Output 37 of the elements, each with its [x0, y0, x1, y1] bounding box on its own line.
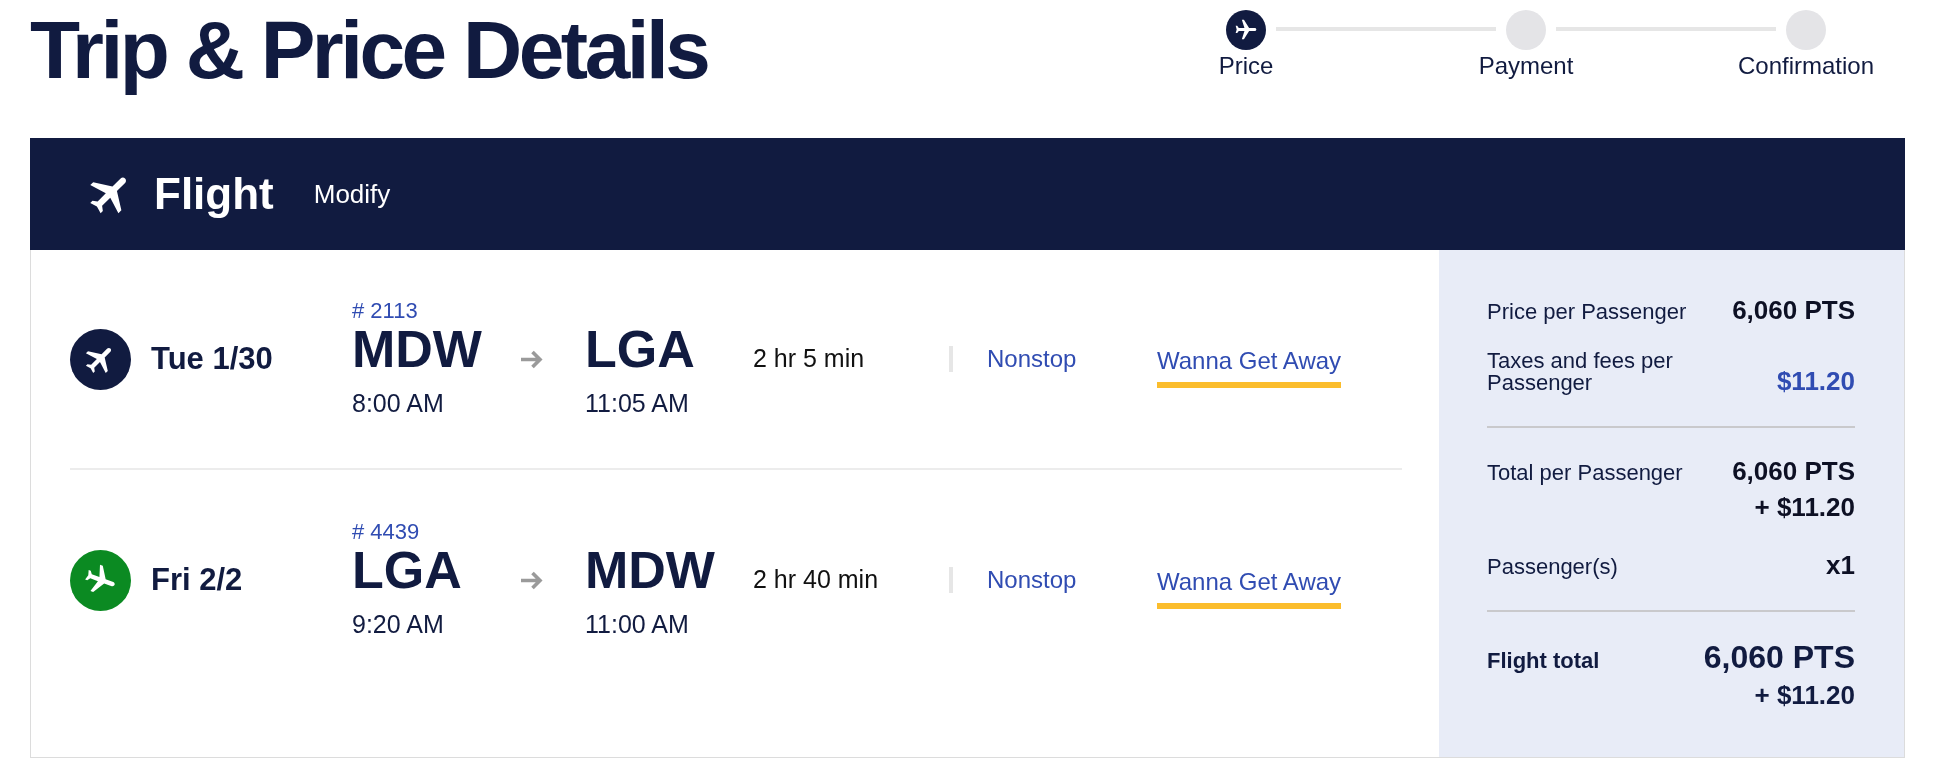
- step-label: Price: [1218, 52, 1274, 81]
- fare-type-link[interactable]: Wanna Get Away: [1157, 567, 1342, 609]
- departure-time: 9:20 AM: [352, 609, 445, 639]
- amount-value: 6,060 PTS: [1732, 455, 1855, 488]
- departure-time: 8:00 AM: [352, 388, 445, 418]
- airport-code: LGA: [352, 544, 463, 596]
- arrow-right-icon: [520, 348, 544, 370]
- total-amount: + $11.20: [1753, 679, 1855, 712]
- summary-label: Total per Passenger: [1487, 462, 1684, 484]
- amount-value: x1: [1826, 549, 1855, 582]
- flight-date: Fri 2/2: [151, 560, 244, 599]
- airport-code: LGA: [585, 323, 696, 375]
- arrival-time: 11:05 AM: [585, 388, 690, 418]
- flight-duration: 2 hr 40 min: [753, 564, 880, 596]
- summary-label: Price per Passenger: [1487, 301, 1688, 323]
- flight-number: # 2113: [352, 300, 419, 322]
- summary-label: Passenger(s): [1487, 556, 1619, 578]
- step-label: Payment: [1478, 52, 1574, 81]
- amount-value: + $11.20: [1753, 491, 1855, 524]
- flight-duration: 2 hr 5 min: [753, 343, 866, 375]
- total-amount: 6,060 PTS: [1703, 638, 1855, 677]
- amount-value: 6,060 PTS: [1732, 294, 1855, 327]
- summary-label: Taxes and fees per Passenger: [1487, 350, 1674, 394]
- stops-link[interactable]: Nonstop: [987, 562, 1157, 598]
- flight-date: Tue 1/30: [151, 339, 274, 378]
- airport-code: MDW: [585, 544, 716, 596]
- step-label: Confirmation: [1737, 52, 1875, 81]
- flight-number: # 4439: [352, 521, 421, 543]
- modify-link[interactable]: Modify: [313, 174, 391, 214]
- section-title: Flight: [154, 169, 274, 219]
- airport-code: MDW: [352, 323, 483, 375]
- amount-link[interactable]: $11.20: [1776, 363, 1855, 399]
- fare-type-link[interactable]: Wanna Get Away: [1157, 346, 1342, 388]
- arrow-right-icon: [520, 569, 544, 591]
- arrival-time: 11:00 AM: [585, 609, 690, 639]
- total-label: Flight total: [1487, 650, 1601, 672]
- stops-link[interactable]: Nonstop: [987, 341, 1157, 377]
